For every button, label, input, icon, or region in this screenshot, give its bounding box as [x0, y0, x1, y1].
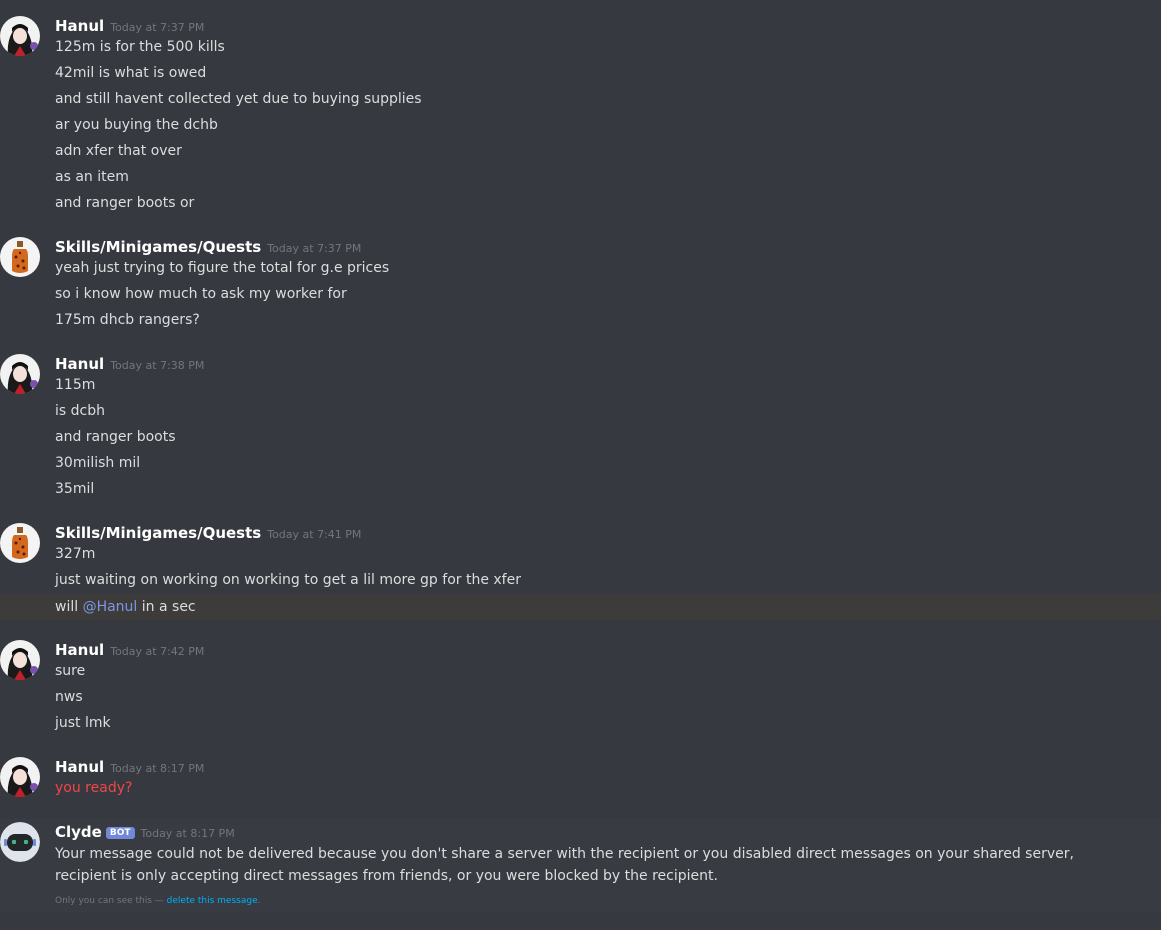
- message-header: Hanul Today at 7:37 PM: [55, 16, 204, 36]
- author-name[interactable]: Hanul: [55, 758, 104, 776]
- delete-message-link[interactable]: delete this message: [167, 896, 258, 906]
- message-header: Hanul Today at 7:42 PM: [55, 640, 204, 660]
- author-name[interactable]: Hanul: [55, 355, 104, 373]
- message-line: yeah just trying to figure the total for…: [55, 260, 390, 276]
- message-line: 115m: [55, 377, 96, 393]
- author-name[interactable]: Hanul: [55, 17, 104, 35]
- author-name[interactable]: Skills/Minigames/Quests: [55, 238, 261, 256]
- message-line: 35mil: [55, 481, 95, 497]
- timestamp: Today at 8:17 PM: [140, 827, 235, 840]
- message-header: Skills/Minigames/Quests Today at 7:37 PM: [55, 237, 361, 257]
- message-line: adn xfer that over: [55, 143, 182, 159]
- anime-avatar-icon[interactable]: [0, 16, 40, 56]
- message-line: and still havent collected yet due to bu…: [55, 91, 422, 107]
- message-line: just lmk: [55, 715, 111, 731]
- author-name[interactable]: Skills/Minigames/Quests: [55, 524, 261, 542]
- author-name[interactable]: Hanul: [55, 641, 104, 659]
- timestamp: Today at 7:37 PM: [110, 21, 205, 34]
- chat-messages: Hanul Today at 7:37 PM 125m is for the 50…: [0, 0, 1161, 930]
- message-header: Skills/Minigames/Quests Today at 7:41 PM: [55, 523, 361, 543]
- timestamp: Today at 7:42 PM: [110, 645, 205, 658]
- user-mention[interactable]: @Hanul: [83, 599, 138, 615]
- author-name[interactable]: Clyde: [55, 823, 102, 841]
- message-line: so i know how much to ask my worker for: [55, 286, 347, 302]
- ephemeral-notice: Only you can see this — delete this mess…: [55, 896, 261, 906]
- message-header: Hanul Today at 7:38 PM: [55, 354, 204, 374]
- message-line: 30milish mil: [55, 455, 141, 471]
- ephemeral-notice-text: Only you can see this —: [55, 896, 167, 906]
- bot-tag: BOT: [105, 827, 135, 839]
- anime-avatar-icon[interactable]: [0, 757, 40, 797]
- message-line: and ranger boots or: [55, 195, 195, 211]
- message-line: and ranger boots: [55, 429, 176, 445]
- message-header: Clyde BOT Today at 8:17 PM: [55, 822, 235, 842]
- message-line: is dcbh: [55, 403, 105, 419]
- bottle-avatar-icon[interactable]: [0, 237, 40, 277]
- message-line: 327m: [55, 546, 96, 562]
- message-text: in a sec: [137, 599, 196, 615]
- message-line: nws: [55, 689, 83, 705]
- timestamp: Today at 7:38 PM: [110, 359, 205, 372]
- message-line: 125m is for the 500 kills: [55, 39, 225, 55]
- clyde-message-text: Your message could not be delivered beca…: [55, 846, 1074, 884]
- anime-avatar-icon[interactable]: [0, 354, 40, 394]
- message-line: as an item: [55, 169, 129, 185]
- timestamp: Today at 7:41 PM: [267, 528, 362, 541]
- ephemeral-notice-end: .: [257, 896, 261, 906]
- failed-message-line: you ready?: [55, 780, 133, 796]
- bottle-avatar-icon[interactable]: [0, 523, 40, 563]
- message-header: Hanul Today at 8:17 PM: [55, 757, 204, 777]
- message-line: 42mil is what is owed: [55, 65, 207, 81]
- timestamp: Today at 8:17 PM: [110, 762, 205, 775]
- message-line: 175m dhcb rangers?: [55, 312, 200, 328]
- anime-avatar-icon[interactable]: [0, 640, 40, 680]
- clyde-bot-icon[interactable]: [0, 822, 40, 862]
- message-line: just waiting on working on working to ge…: [55, 572, 521, 588]
- hovered-message-line[interactable]: will @Hanul in a sec: [0, 594, 1161, 620]
- message-line: sure: [55, 663, 86, 679]
- timestamp: Today at 7:37 PM: [267, 242, 362, 255]
- message-line: ar you buying the dchb: [55, 117, 218, 133]
- message-text: will: [55, 599, 83, 615]
